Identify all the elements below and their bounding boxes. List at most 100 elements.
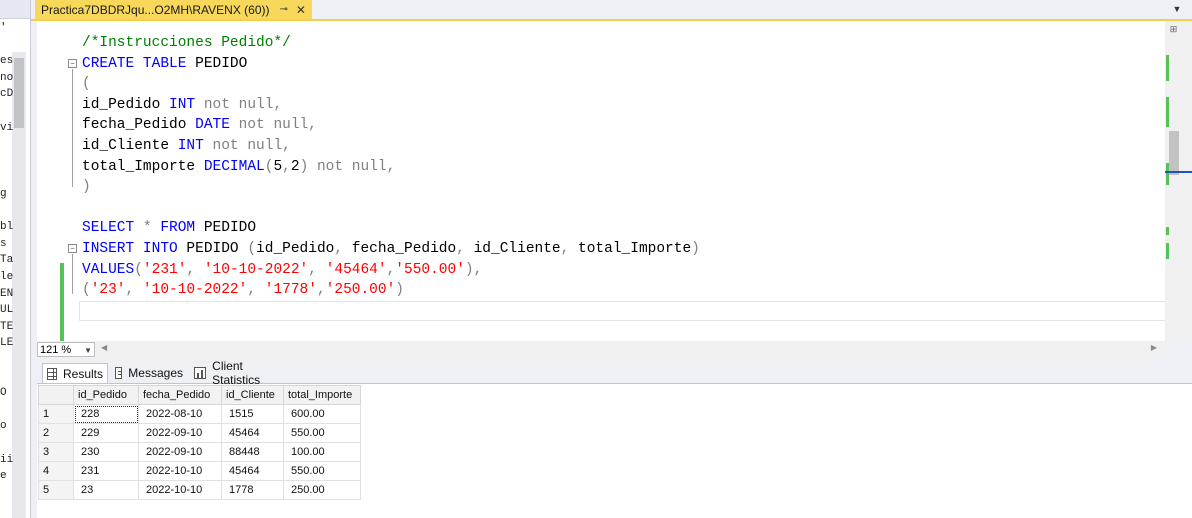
code-line[interactable]: SELECT * FROM PEDIDO: [82, 218, 256, 238]
code-token: VALUES: [82, 261, 135, 278]
code-line[interactable]: ): [82, 177, 91, 197]
row-number-header[interactable]: [38, 385, 74, 405]
code-token: ,: [282, 158, 291, 175]
code-token: not null,: [195, 96, 283, 113]
split-editor-icon[interactable]: ⊞: [1165, 24, 1182, 38]
code-token: fecha_Pedido: [82, 117, 196, 134]
grid-cell[interactable]: 250.00: [283, 480, 361, 500]
grid-cell[interactable]: 229: [73, 423, 139, 443]
code-token: '45464': [325, 261, 387, 278]
grid-cell[interactable]: 2022-09-10: [138, 423, 222, 443]
code-token: total_Importe: [82, 158, 204, 175]
chevron-down-icon[interactable]: ▼: [84, 343, 92, 358]
row-number[interactable]: 4: [38, 461, 74, 481]
table-row[interactable]: 4 231 2022-10-10 45464 550.00: [38, 461, 361, 481]
code-line[interactable]: id_Pedido INT not null,: [82, 95, 282, 115]
grid-cell[interactable]: 600.00: [283, 404, 361, 424]
grid-cell[interactable]: 230: [73, 442, 139, 462]
code-token: ,: [247, 282, 265, 299]
explorer-text-fragment: Ta: [0, 254, 14, 267]
scroll-left-icon[interactable]: ◀: [101, 343, 107, 352]
tab-messages[interactable]: Messages: [111, 363, 187, 383]
code-token: ): [691, 241, 700, 257]
code-token: ,: [308, 261, 326, 278]
grid-cell[interactable]: 45464: [221, 423, 284, 443]
grid-cell[interactable]: 231: [73, 461, 139, 481]
fold-guide: [72, 254, 73, 294]
table-row[interactable]: 1 228 2022-08-10 1515 600.00: [38, 404, 361, 424]
grid-cell[interactable]: 2022-10-10: [138, 480, 222, 500]
column-header[interactable]: total_Importe: [283, 385, 361, 405]
explorer-text-fragment: g: [0, 188, 7, 200]
code-line[interactable]: id_Cliente INT not null,: [82, 136, 291, 156]
code-line[interactable]: fecha_Pedido DATE not null,: [82, 115, 317, 135]
grid-cell[interactable]: 228: [73, 404, 139, 424]
column-header[interactable]: fecha_Pedido: [138, 385, 222, 405]
code-token: id_Pedido: [82, 96, 170, 113]
column-header[interactable]: id_Cliente: [221, 385, 284, 405]
query-document-tab[interactable]: Practica7DBDRJqu...O2MH\RAVENX (60)) ⊸ ✕: [35, 0, 312, 19]
explorer-text-fragment: o: [0, 420, 7, 433]
table-row[interactable]: 5 23 2022-10-10 1778 250.00: [38, 480, 361, 500]
code-token: 5: [273, 158, 283, 175]
explorer-text-fragment: cD: [0, 88, 14, 101]
row-number[interactable]: 1: [38, 404, 74, 424]
table-row[interactable]: 2 229 2022-09-10 45464 550.00: [38, 423, 361, 443]
editor-scroll-thumb[interactable]: [1169, 131, 1179, 175]
code-token: DATE: [195, 117, 230, 134]
sql-code-editor[interactable]: − − /*Instrucciones Pedido*/ CREATE TABLE…: [37, 21, 1165, 341]
code-token: 2: [290, 158, 300, 175]
zoom-level-dropdown[interactable]: 121 % ▼: [37, 342, 95, 357]
explorer-text-fragment: s: [0, 237, 7, 250]
row-number[interactable]: 5: [38, 480, 74, 500]
tab-title: Practica7DBDRJqu...O2MH\RAVENX (60)): [41, 2, 270, 17]
collapse-region-icon[interactable]: −: [68, 244, 77, 253]
code-line[interactable]: VALUES('231', '10-10-2022', '45464','550…: [82, 260, 482, 280]
grid-cell[interactable]: 100.00: [283, 442, 361, 462]
explorer-toolbar: [0, 0, 30, 19]
grid-cell[interactable]: 550.00: [283, 423, 361, 443]
grid-cell[interactable]: 2022-10-10: [138, 461, 222, 481]
code-line[interactable]: (: [82, 74, 91, 94]
tab-results[interactable]: Results: [42, 363, 108, 383]
tab-label: Client Statistics: [212, 359, 261, 387]
code-line[interactable]: INSERT INTO PEDIDO (id_Pedido, fecha_Ped…: [82, 239, 700, 259]
code-line[interactable]: ('23', '10-10-2022', '1778','250.00'): [82, 280, 404, 300]
pin-icon[interactable]: ⊸: [280, 4, 288, 15]
explorer-scroll-thumb[interactable]: [14, 58, 24, 128]
grid-cell[interactable]: 550.00: [283, 461, 361, 481]
explorer-text-fragment: ii: [0, 453, 14, 466]
code-token: not null,: [203, 138, 291, 154]
explorer-scrollbar[interactable]: [12, 52, 26, 518]
code-line[interactable]: total_Importe DECIMAL(5,2) not null,: [82, 157, 395, 177]
column-header[interactable]: id_Pedido: [73, 385, 139, 405]
code-line[interactable]: CREATE TABLE PEDIDO: [82, 54, 247, 74]
code-token: id_Pedido: [256, 241, 335, 257]
row-number[interactable]: 3: [38, 442, 74, 462]
explorer-text-fragment: LE: [0, 337, 14, 350]
results-grid[interactable]: id_Pedido fecha_Pedido id_Cliente total_…: [38, 385, 361, 500]
explorer-text-fragment: ': [0, 22, 7, 34]
code-token: '250.00': [325, 282, 396, 299]
grid-cell[interactable]: 2022-09-10: [138, 442, 222, 462]
change-marker: [1166, 97, 1169, 127]
editor-vertical-scrollbar[interactable]: ⊞: [1165, 21, 1192, 341]
fold-guide: [72, 69, 73, 187]
tab-client-statistics[interactable]: Client Statistics: [190, 359, 292, 387]
code-line[interactable]: /*Instrucciones Pedido*/: [82, 33, 291, 53]
grid-cell[interactable]: 2022-08-10: [138, 404, 222, 424]
grid-cell[interactable]: 1778: [221, 480, 284, 500]
scroll-right-icon[interactable]: ▶: [1151, 343, 1157, 352]
collapse-region-icon[interactable]: −: [68, 59, 77, 68]
grid-cell[interactable]: 45464: [221, 461, 284, 481]
grid-cell[interactable]: 1515: [221, 404, 284, 424]
code-token: SELECT: [82, 220, 135, 237]
row-number[interactable]: 2: [38, 423, 74, 443]
close-icon[interactable]: ✕: [296, 3, 306, 17]
object-explorer-panel: ' es no cD vi g bl s Ta le EN UL TE LE Oo ii e: [0, 0, 31, 518]
table-row[interactable]: 3 230 2022-09-10 88448 100.00: [38, 442, 361, 462]
grid-cell[interactable]: 88448: [221, 442, 284, 462]
tab-list-dropdown-icon[interactable]: ▼: [1170, 2, 1184, 16]
grid-cell[interactable]: 23: [73, 480, 139, 500]
